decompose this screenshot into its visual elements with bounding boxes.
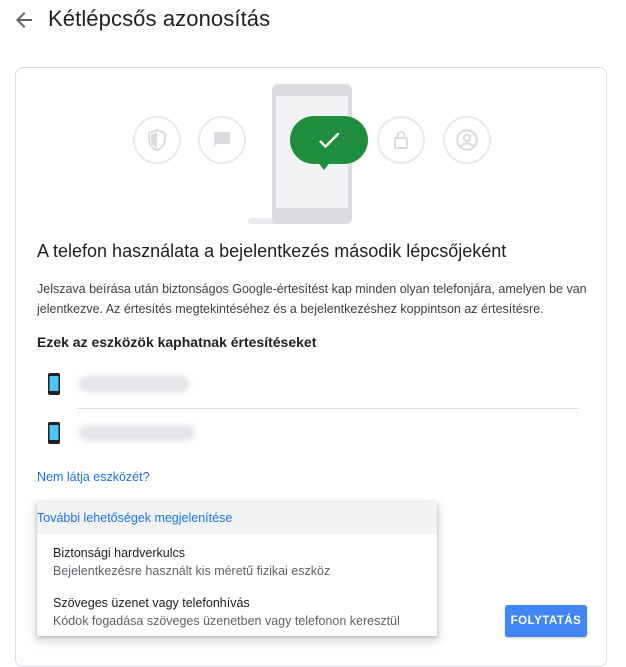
device-name: ████████	[79, 376, 189, 392]
menu-item-title: Szöveges üzenet vagy telefonhívás	[53, 596, 250, 610]
smartphone-icon	[47, 372, 61, 401]
menu-item-security-key[interactable]: Biztonsági hardverkulcs Bejelentkezésre …	[53, 544, 330, 580]
menu-item-subtitle: Kódok fogadása szöveges üzenetben vagy t…	[53, 614, 400, 628]
device-divider	[77, 408, 579, 409]
continue-button[interactable]: FOLYTATÁS	[505, 605, 587, 637]
device-row: ██████████	[37, 413, 578, 457]
account-icon	[443, 116, 491, 164]
content-card: A telefon használata a bejelentkezés más…	[15, 67, 607, 667]
smartphone-icon	[47, 421, 61, 450]
device-row: ████████	[37, 364, 578, 408]
devices-heading: Ezek az eszközök kaphatnak értesítéseket	[37, 334, 317, 350]
chat-icon	[198, 116, 246, 164]
menu-item-subtitle: Bejelentkezésre használt kis méretű fizi…	[53, 564, 331, 578]
section-description: Jelszava beírása után biztonságos Google…	[37, 282, 587, 316]
device-name: ██████████	[79, 425, 195, 441]
back-arrow-icon[interactable]	[12, 8, 36, 32]
hero-illustration	[16, 68, 608, 238]
more-options-header[interactable]: További lehetőségek megjelenítése	[37, 502, 437, 534]
checkmark-icon	[290, 116, 368, 164]
shield-icon	[133, 116, 181, 164]
missing-device-link[interactable]: Nem látja eszközét?	[37, 470, 150, 484]
more-options-menu: További lehetőségek megjelenítése Bizton…	[37, 502, 437, 636]
section-heading: A telefon használata a bejelentkezés más…	[37, 241, 507, 261]
page-title: Kétlépcsős azonosítás	[48, 6, 271, 31]
menu-item-title: Biztonsági hardverkulcs	[53, 546, 186, 560]
menu-item-sms-call[interactable]: Szöveges üzenet vagy telefonhívás Kódok …	[53, 594, 400, 630]
lock-icon	[377, 116, 425, 164]
